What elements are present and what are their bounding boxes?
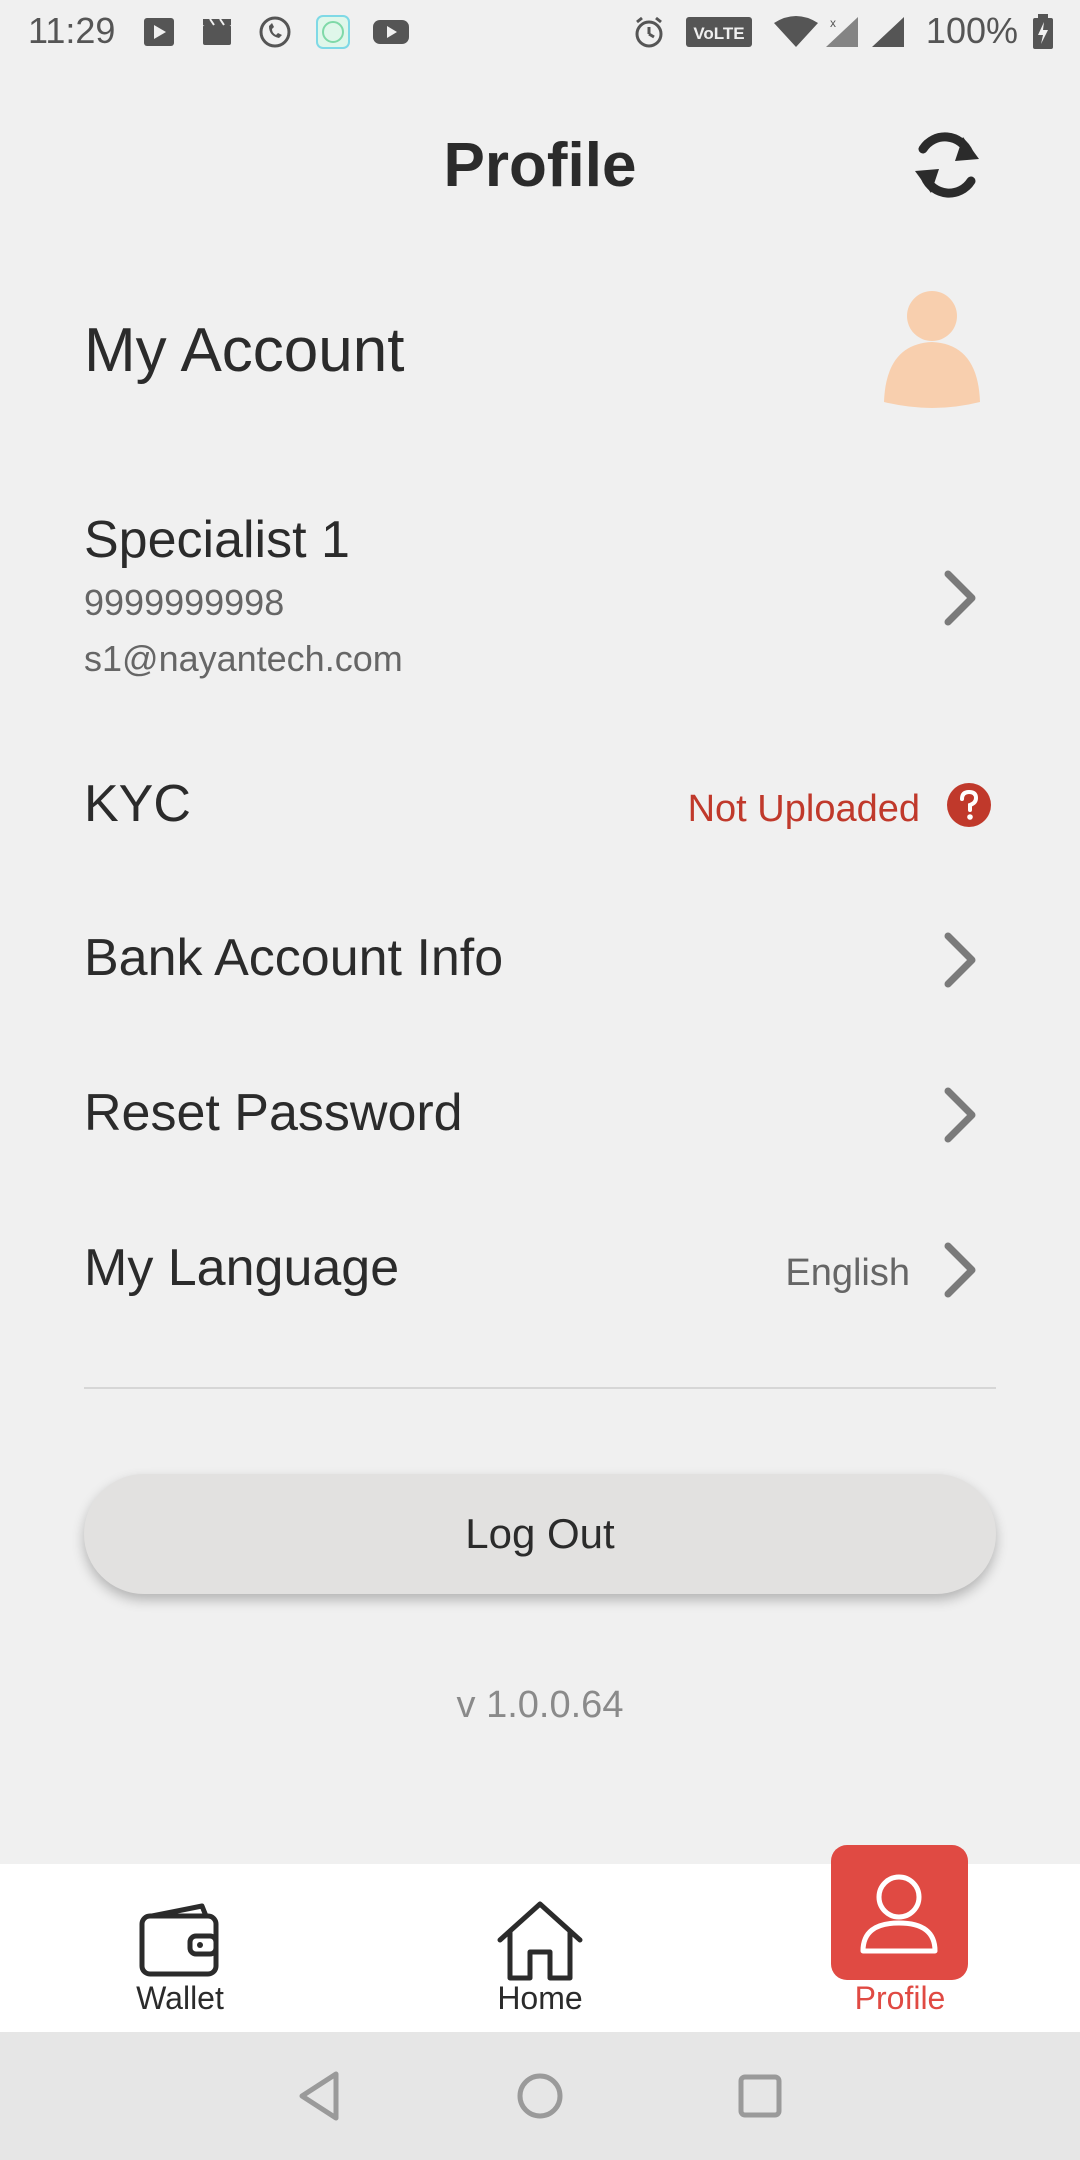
chevron-right-icon — [944, 1242, 976, 1298]
bank-account-info-row[interactable]: Bank Account Info — [0, 894, 1080, 1024]
notification-icon — [140, 14, 178, 50]
nav-home[interactable]: Home — [440, 1864, 640, 2032]
my-language-row[interactable]: My Language English — [0, 1204, 1080, 1334]
app-version: v 1.0.0.64 — [456, 1684, 624, 1726]
clapper-icon — [198, 14, 236, 50]
home-circle-icon[interactable] — [510, 2066, 570, 2126]
youtube-icon — [372, 14, 410, 50]
battery-icon — [1030, 14, 1056, 50]
chevron-right-icon — [944, 570, 976, 626]
kyc-label: KYC — [84, 775, 191, 833]
divider — [84, 1387, 996, 1389]
my-language-label: My Language — [84, 1239, 400, 1297]
profile-icon — [860, 1874, 938, 1954]
refresh-icon — [915, 132, 979, 198]
alarm-icon — [630, 14, 668, 50]
reset-password-row[interactable]: Reset Password — [0, 1049, 1080, 1179]
chevron-right-icon — [944, 1087, 976, 1143]
my-account-title: My Account — [84, 316, 405, 385]
language-value: English — [785, 1252, 910, 1294]
home-icon — [497, 1901, 583, 1981]
user-avatar-icon — [884, 290, 980, 410]
reset-password-label: Reset Password — [84, 1084, 463, 1142]
recents-icon[interactable] — [730, 2066, 790, 2126]
refresh-button[interactable] — [892, 110, 1002, 220]
user-name: Specialist 1 — [84, 511, 350, 569]
nav-profile-label[interactable]: Profile — [800, 1980, 1000, 2017]
chevron-right-icon — [944, 932, 976, 988]
whatsapp-icon — [256, 14, 294, 50]
battery-percent: 100% — [925, 10, 1018, 51]
nav-profile-active-bg[interactable] — [831, 1845, 968, 1980]
status-time: 11:29 — [28, 10, 116, 51]
kyc-row[interactable]: KYC Not Uploaded — [0, 740, 1080, 870]
nav-home-label: Home — [497, 1980, 583, 2016]
svg-text:x: x — [830, 16, 836, 30]
user-info-card[interactable]: Specialist 1 9999999998 s1@nayantech.com — [0, 490, 1080, 690]
help-circle-icon[interactable] — [946, 782, 992, 828]
status-bar: 11:29 VoLTE x 100% — [0, 0, 1080, 66]
kyc-status: Not Uploaded — [687, 788, 920, 830]
wifi-icon — [772, 14, 820, 50]
user-email: s1@nayantech.com — [84, 638, 403, 679]
wallet-icon — [139, 1903, 219, 1977]
volte-icon: VoLTE — [686, 14, 752, 50]
profile-screen: 11:29 VoLTE x 100% Profile My Account Sp… — [0, 0, 1080, 2160]
logout-button[interactable]: Log Out — [84, 1474, 996, 1594]
signal-icon — [868, 14, 908, 50]
header: Profile — [0, 100, 1080, 230]
back-icon[interactable] — [290, 2066, 350, 2126]
bank-account-info-label: Bank Account Info — [84, 929, 504, 987]
nav-wallet[interactable]: Wallet — [80, 1864, 280, 2032]
user-phone: 9999999998 — [84, 582, 285, 623]
nav-wallet-label: Wallet — [136, 1980, 224, 2016]
signal-icon: x — [822, 14, 862, 50]
whatsapp-business-icon — [314, 14, 352, 50]
system-navigation-bar — [0, 2032, 1080, 2160]
svg-text:VoLTE: VoLTE — [693, 24, 744, 43]
